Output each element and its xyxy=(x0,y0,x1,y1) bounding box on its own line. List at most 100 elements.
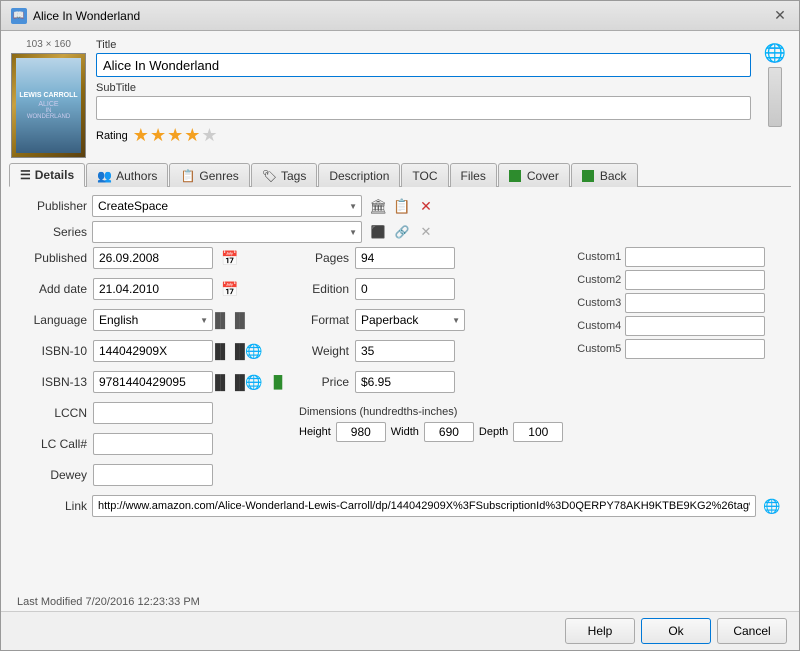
publisher-edit-button[interactable]: 📋 xyxy=(391,195,413,217)
custom1-label: Custom1 xyxy=(571,251,621,263)
custom3-label: Custom3 xyxy=(571,297,621,309)
price-input[interactable] xyxy=(355,371,455,393)
isbn13-input[interactable] xyxy=(93,371,213,393)
adddate-label: Add date xyxy=(17,282,87,296)
format-select[interactable]: Paperback Hardcover eBook xyxy=(355,309,465,331)
custom5-input[interactable] xyxy=(625,339,765,359)
edition-input[interactable] xyxy=(355,278,455,300)
tab-toc[interactable]: TOC xyxy=(401,163,448,187)
language-select[interactable]: English French German xyxy=(93,309,213,331)
tab-back-label: Back xyxy=(600,169,627,183)
custom3-input[interactable] xyxy=(625,293,765,313)
language-label: Language xyxy=(17,313,87,327)
dimensions-row: Height Width Depth xyxy=(299,422,563,442)
last-modified: Last Modified 7/20/2016 12:23:33 PM xyxy=(1,593,799,611)
isbn13-extra-button[interactable]: ▐▌ xyxy=(267,371,289,393)
publisher-library-button[interactable]: 🏛 xyxy=(367,195,389,217)
ok-button[interactable]: Ok xyxy=(641,618,711,644)
custom5-label: Custom5 xyxy=(571,343,621,355)
right-column: Custom1 Custom2 Custom3 Custom4 Custom5 xyxy=(571,247,765,359)
tab-back[interactable]: Back xyxy=(571,163,638,187)
weight-row: Weight xyxy=(299,340,563,362)
link-input[interactable] xyxy=(92,495,756,517)
thumb-size-label: 103 × 160 xyxy=(26,39,71,50)
format-select-wrapper: Paperback Hardcover eBook xyxy=(355,309,465,331)
tab-authors-icon: 👥 xyxy=(97,169,112,183)
depth-input[interactable] xyxy=(513,422,563,442)
pages-input[interactable] xyxy=(355,247,455,269)
publisher-select[interactable]: CreateSpace xyxy=(92,195,362,217)
link-globe-button[interactable]: 🌐 xyxy=(761,495,783,517)
tab-tags[interactable]: 🏷 Tags xyxy=(251,163,318,187)
custom4-row: Custom4 xyxy=(571,316,765,336)
isbn13-barcode-button[interactable]: ▐▌▐▌ xyxy=(219,371,241,393)
star-rating[interactable]: ★ ★ ★ ★ ★ xyxy=(133,125,218,146)
publisher-row: Publisher CreateSpace 🏛 📋 ✕ xyxy=(17,195,783,217)
adddate-input[interactable] xyxy=(93,278,213,300)
cancel-button[interactable]: Cancel xyxy=(717,618,787,644)
left-column: Published 📅 Add date 📅 Language English … xyxy=(17,247,289,491)
publisher-delete-button[interactable]: ✕ xyxy=(415,195,437,217)
isbn10-input[interactable] xyxy=(93,340,213,362)
width-input[interactable] xyxy=(424,422,474,442)
title-label: Title xyxy=(96,39,751,51)
tab-tags-label: Tags xyxy=(281,169,306,183)
subtitle-input[interactable] xyxy=(96,96,751,120)
tab-tags-icon: 🏷 xyxy=(262,169,277,183)
published-row: Published 📅 xyxy=(17,247,289,269)
header-section: 103 × 160 LEWIS CARROLL ALICE IN WONDERL… xyxy=(1,31,799,162)
tab-genres[interactable]: 📋 Genres xyxy=(169,163,249,187)
series-delete-button[interactable]: ✕ xyxy=(415,221,437,243)
language-barcode-button[interactable]: ▐▌▐▌ xyxy=(219,309,241,331)
dimensions-title: Dimensions (hundredths-inches) xyxy=(299,406,563,418)
adddate-calendar-button[interactable]: 📅 xyxy=(219,278,241,300)
tab-authors[interactable]: 👥 Authors xyxy=(86,163,168,187)
star-1[interactable]: ★ xyxy=(133,125,149,146)
custom4-input[interactable] xyxy=(625,316,765,336)
tab-details[interactable]: ☰ Details xyxy=(9,163,85,187)
custom2-input[interactable] xyxy=(625,270,765,290)
globe-button[interactable]: 🌐 xyxy=(761,39,789,67)
lccn-input[interactable] xyxy=(93,402,213,424)
lccall-input[interactable] xyxy=(93,433,213,455)
series-select[interactable] xyxy=(92,221,362,243)
tab-cover[interactable]: Cover xyxy=(498,163,570,187)
close-button[interactable]: ✕ xyxy=(771,7,789,25)
dewey-label: Dewey xyxy=(17,468,87,482)
isbn13-globe-button[interactable]: 🌐 xyxy=(243,371,265,393)
series-icon2-button[interactable]: 🔗 xyxy=(391,221,413,243)
title-bar-left: 📖 Alice In Wonderland xyxy=(11,8,140,24)
book-cover-image: LEWIS CARROLL ALICE IN WONDERLAND xyxy=(11,53,86,158)
pages-row: Pages xyxy=(299,247,563,269)
star-5[interactable]: ★ xyxy=(201,125,217,146)
weight-label: Weight xyxy=(299,344,349,358)
lccn-row: LCCN xyxy=(17,402,289,424)
lccall-label: LC Call# xyxy=(17,437,87,451)
dewey-input[interactable] xyxy=(93,464,213,486)
custom4-label: Custom4 xyxy=(571,320,621,332)
published-calendar-button[interactable]: 📅 xyxy=(219,247,241,269)
tab-files[interactable]: Files xyxy=(450,163,497,187)
scrollbar-thumb xyxy=(768,67,782,127)
star-2[interactable]: ★ xyxy=(150,125,166,146)
series-icon1-button[interactable]: ⬛ xyxy=(367,221,389,243)
help-button[interactable]: Help xyxy=(565,618,635,644)
price-label: Price xyxy=(299,375,349,389)
star-4[interactable]: ★ xyxy=(184,125,200,146)
custom1-input[interactable] xyxy=(625,247,765,267)
rating-row: Rating ★ ★ ★ ★ ★ xyxy=(96,125,751,146)
star-3[interactable]: ★ xyxy=(167,125,183,146)
format-row: Format Paperback Hardcover eBook xyxy=(299,309,563,331)
height-input[interactable] xyxy=(336,422,386,442)
published-input[interactable] xyxy=(93,247,213,269)
header-inputs: Title SubTitle Rating ★ ★ ★ ★ ★ xyxy=(96,39,751,146)
series-label: Series xyxy=(17,225,87,239)
tab-details-label: Details xyxy=(35,168,74,182)
isbn10-barcode-button[interactable]: ▐▌▐▌ xyxy=(219,340,241,362)
tab-description[interactable]: Description xyxy=(318,163,400,187)
weight-input[interactable] xyxy=(355,340,455,362)
title-input[interactable] xyxy=(96,53,751,77)
edition-label: Edition xyxy=(299,282,349,296)
isbn10-globe-button[interactable]: 🌐 xyxy=(243,340,265,362)
header-actions: 🌐 xyxy=(761,39,789,127)
